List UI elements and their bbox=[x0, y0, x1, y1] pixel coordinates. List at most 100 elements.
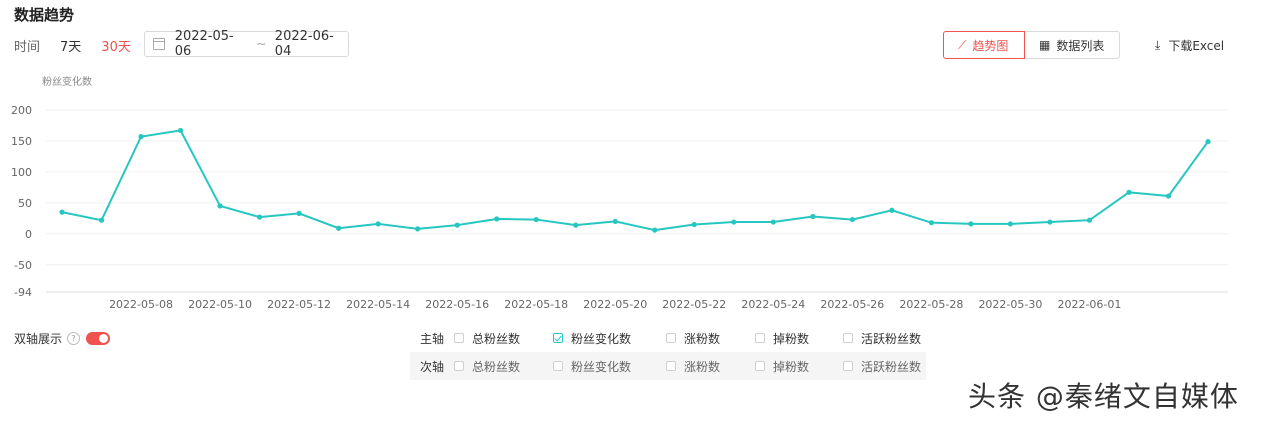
secondary-metric-1[interactable]: 粉丝变化数 bbox=[553, 358, 631, 375]
x-tick-label: 2022-05-28 bbox=[899, 298, 963, 311]
primary-metric-label: 掉粉数 bbox=[773, 331, 810, 346]
data-point bbox=[1007, 221, 1014, 227]
y-axis-title: 粉丝变化数 bbox=[42, 77, 92, 88]
watermark: 头条 @秦绪文自媒体 bbox=[968, 380, 1239, 413]
data-point bbox=[770, 219, 776, 225]
y-tick-label: 100 bbox=[11, 166, 32, 179]
secondary-metric-label: 活跃粉丝数 bbox=[861, 359, 922, 374]
primary-checkbox[interactable] bbox=[755, 333, 765, 343]
primary-metric-3[interactable]: 掉粉数 bbox=[755, 330, 809, 347]
primary-metric-label: 总粉丝数 bbox=[472, 331, 521, 346]
primary-metric-label: 涨粉数 bbox=[684, 331, 721, 346]
secondary-axis-label: 次轴 bbox=[419, 359, 444, 374]
data-point bbox=[1086, 217, 1093, 223]
data-point bbox=[889, 207, 895, 213]
x-tick-label: 2022-05-20 bbox=[583, 298, 647, 311]
primary-axis-label: 主轴 bbox=[419, 331, 444, 346]
x-tick-label: 2022-05-24 bbox=[741, 298, 805, 311]
secondary-metric-label: 掉粉数 bbox=[773, 359, 810, 374]
list-view-button[interactable]: ▦ 数据列表 bbox=[1025, 31, 1120, 59]
x-tick-label: 2022-05-22 bbox=[662, 298, 726, 311]
secondary-metric-3[interactable]: 掉粉数 bbox=[755, 358, 809, 375]
data-point bbox=[691, 221, 697, 228]
page-title: 数据趋势 bbox=[14, 6, 75, 24]
secondary-axis-row: 次轴 总粉丝数 粉丝变化数 涨粉数 掉粉数 活跃粉丝数 bbox=[410, 352, 926, 380]
data-point bbox=[968, 221, 974, 227]
x-tick-label: 2022-05-30 bbox=[978, 298, 1042, 311]
calendar-icon bbox=[153, 38, 165, 50]
secondary-metric-label: 总粉丝数 bbox=[472, 359, 521, 374]
filter-30-days[interactable]: 30天 bbox=[101, 36, 131, 55]
data-point bbox=[573, 222, 579, 228]
help-icon[interactable]: ? bbox=[67, 332, 81, 345]
primary-metric-1[interactable]: 粉丝变化数 bbox=[553, 330, 631, 347]
data-point bbox=[1047, 219, 1053, 225]
secondary-checkbox[interactable] bbox=[666, 361, 676, 371]
trend-view-button[interactable]: ⟋ 趋势图 bbox=[943, 31, 1025, 59]
secondary-checkbox[interactable] bbox=[843, 361, 853, 371]
time-filter-label: 时间 bbox=[14, 39, 41, 55]
data-point bbox=[533, 216, 539, 223]
secondary-metric-4[interactable]: 活跃粉丝数 bbox=[843, 358, 921, 375]
primary-checkbox[interactable] bbox=[454, 333, 464, 343]
data-point bbox=[256, 214, 263, 220]
trend-view-label: 趋势图 bbox=[972, 38, 1009, 53]
y-tick-label: 0 bbox=[25, 228, 32, 241]
data-point bbox=[454, 222, 460, 228]
date-range-picker[interactable]: 2022-05-06 ~ 2022-06-04 bbox=[144, 29, 349, 59]
primary-checkbox[interactable] bbox=[553, 333, 563, 343]
dual-axis-toggle[interactable] bbox=[86, 332, 111, 345]
secondary-checkbox[interactable] bbox=[454, 361, 464, 371]
data-point bbox=[59, 209, 65, 215]
primary-axis-row: 主轴 总粉丝数 粉丝变化数 涨粉数 掉粉数 活跃粉丝数 bbox=[410, 324, 926, 352]
primary-metric-label: 粉丝变化数 bbox=[571, 331, 632, 346]
data-point bbox=[138, 134, 144, 140]
secondary-checkbox[interactable] bbox=[553, 361, 563, 371]
y-tick-label: -94 bbox=[14, 286, 32, 299]
primary-checkbox[interactable] bbox=[843, 333, 853, 343]
data-point bbox=[296, 210, 302, 216]
dual-axis-control: 双轴展示 ? bbox=[14, 330, 111, 347]
series-line bbox=[61, 129, 1209, 232]
primary-metric-label: 活跃粉丝数 bbox=[861, 331, 922, 346]
date-from: 2022-05-06 bbox=[174, 29, 234, 59]
date-separator: ~ bbox=[255, 36, 267, 52]
y-tick-label: 50 bbox=[18, 197, 32, 210]
y-tick-label: -50 bbox=[14, 259, 32, 272]
filter-7-days[interactable]: 7天 bbox=[60, 36, 81, 55]
y-tick-label: 150 bbox=[11, 135, 32, 148]
data-point bbox=[217, 203, 223, 209]
primary-metric-2[interactable]: 涨粉数 bbox=[666, 330, 720, 347]
fans-change-line-chart: 200 150 100 50 0 -50 -94 2022-05-08 2022-05-10 20… bbox=[11, 104, 1228, 311]
list-view-label: 数据列表 bbox=[1056, 38, 1105, 53]
secondary-metric-2[interactable]: 涨粉数 bbox=[666, 358, 720, 375]
data-point bbox=[1165, 193, 1172, 199]
data-point bbox=[1126, 189, 1132, 195]
dual-axis-label: 双轴展示 bbox=[14, 332, 63, 346]
secondary-metric-0[interactable]: 总粉丝数 bbox=[454, 358, 520, 375]
data-point bbox=[375, 221, 381, 227]
primary-checkbox[interactable] bbox=[666, 333, 676, 343]
line-chart-icon: ⟋ bbox=[958, 37, 967, 52]
download-label: 下载Excel bbox=[1168, 39, 1225, 53]
data-point bbox=[415, 226, 421, 232]
view-toggle: ⟋ 趋势图 ▦ 数据列表 bbox=[943, 31, 1120, 59]
data-point bbox=[177, 127, 184, 134]
x-tick-label: 2022-06-01 bbox=[1057, 298, 1121, 311]
table-icon: ▦ bbox=[1039, 38, 1051, 52]
primary-metric-4[interactable]: 活跃粉丝数 bbox=[843, 330, 921, 347]
data-point bbox=[1205, 138, 1211, 145]
secondary-checkbox[interactable] bbox=[755, 361, 765, 371]
x-tick-label: 2022-05-14 bbox=[346, 298, 410, 311]
download-icon: ⤓ bbox=[1155, 38, 1161, 52]
data-point bbox=[849, 216, 855, 223]
primary-metric-0[interactable]: 总粉丝数 bbox=[454, 330, 520, 347]
download-excel-button[interactable]: ⤓ 下载Excel bbox=[1155, 37, 1224, 54]
y-tick-label: 200 bbox=[11, 104, 32, 117]
data-point bbox=[731, 219, 737, 225]
x-tick-label: 2022-05-10 bbox=[188, 298, 252, 311]
time-filter: 时间 7天 30天 bbox=[14, 31, 151, 59]
x-tick-label: 2022-05-08 bbox=[109, 298, 173, 311]
data-point bbox=[98, 217, 105, 223]
date-to: 2022-06-04 bbox=[274, 29, 334, 59]
